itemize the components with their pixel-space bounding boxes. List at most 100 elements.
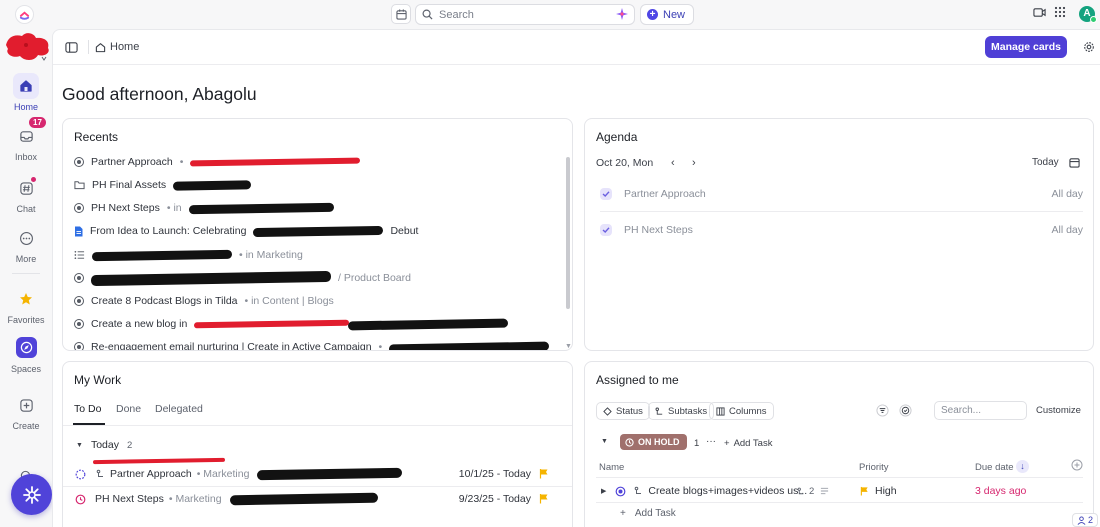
flag-icon[interactable] — [539, 468, 549, 479]
manage-cards-button[interactable]: Manage cards — [985, 36, 1067, 58]
scroll-down-arrow-icon[interactable]: ▼ — [565, 343, 572, 350]
assigned-title: Assigned to me — [596, 373, 679, 387]
clickup-logo-icon[interactable] — [15, 5, 34, 24]
customize-button[interactable]: Customize — [1036, 405, 1081, 416]
search-input[interactable]: Search — [415, 4, 635, 25]
recent-location: • in Content | Blogs — [244, 295, 334, 307]
rail-item-create[interactable]: Create — [0, 392, 52, 431]
list-item[interactable]: Re-engagement email nurturing | Create i… — [74, 341, 550, 351]
rail-item-spaces[interactable]: Spaces — [0, 335, 52, 374]
next-day-button[interactable]: › — [692, 157, 696, 169]
task-status-icon — [75, 469, 86, 479]
task-status-icon — [74, 203, 84, 213]
task-name: Partner Approach — [110, 468, 192, 480]
ai-assistant-button[interactable] — [11, 474, 52, 515]
tab-to-do[interactable]: To Do — [74, 403, 101, 415]
divider — [63, 425, 572, 426]
list-item[interactable]: / Product Board — [74, 270, 411, 286]
calendar-icon[interactable] — [1069, 157, 1080, 171]
redaction-mark — [253, 225, 384, 237]
check-circle-icon[interactable] — [899, 404, 912, 420]
sidebar-toggle-icon[interactable] — [65, 41, 78, 54]
caret-right-icon[interactable]: ▶ — [601, 487, 606, 495]
recent-location: • in Marketing — [239, 249, 303, 261]
redaction-mark — [257, 467, 403, 481]
rail-item-chat[interactable]: Chat — [0, 175, 52, 214]
breadcrumb-home[interactable]: Home — [95, 41, 139, 53]
today-button[interactable]: Today — [1032, 157, 1059, 168]
more-options-icon[interactable]: ··· — [706, 436, 716, 447]
main-panel: Home Manage cards Good afternoon, Abagol… — [52, 29, 1100, 527]
left-rail: Home 17 Inbox Chat More Favorites Spaces — [0, 29, 52, 527]
subtask-link-icon — [96, 469, 103, 477]
recent-location: • — [378, 341, 383, 351]
flag-icon[interactable] — [539, 493, 549, 504]
table-row[interactable]: PH Next Steps • Marketing 9/23/25 - Toda… — [75, 487, 561, 511]
list-item[interactable]: PH Next Steps • in — [74, 202, 334, 214]
list-item[interactable]: Partner Approach • — [74, 156, 361, 168]
list-item[interactable]: Create 8 Podcast Blogs in Tilda • in Con… — [74, 295, 334, 307]
list-item[interactable]: PH Final Assets — [74, 179, 252, 191]
plus-square-icon — [13, 392, 39, 418]
table-row[interactable]: Partner Approach • Marketing 10/1/25 - T… — [75, 462, 561, 486]
task-status-icon — [75, 494, 86, 504]
assigned-search-input[interactable]: Search... — [934, 401, 1027, 420]
workspace-logo-icon[interactable] — [4, 31, 52, 61]
scrollbar[interactable] — [566, 157, 570, 309]
calendar-icon[interactable] — [391, 4, 411, 24]
redaction-mark — [348, 318, 509, 330]
list-item[interactable]: • in Marketing — [74, 249, 303, 261]
list-item[interactable]: Create a new blog in — [74, 318, 509, 330]
add-task-button[interactable]: + Add Task — [620, 508, 676, 519]
status-clock-icon — [625, 437, 634, 447]
task-status-icon — [74, 342, 84, 350]
rail-item-more[interactable]: More — [0, 225, 52, 264]
divider — [596, 477, 1083, 478]
column-header-priority[interactable]: Priority — [859, 462, 889, 473]
task-location: • Marketing — [196, 468, 250, 480]
new-button[interactable]: + New — [640, 4, 695, 25]
breadcrumb-divider — [88, 40, 89, 54]
caret-down-icon[interactable]: ▼ — [601, 438, 608, 445]
task-status-icon — [74, 319, 84, 329]
recent-location: • — [179, 156, 184, 168]
status-badge[interactable]: ON HOLD — [620, 434, 687, 450]
group-today[interactable]: ▼ Today 2 — [76, 439, 132, 451]
people-count: 2 — [1088, 515, 1094, 525]
user-avatar[interactable]: A — [1079, 6, 1097, 23]
column-header-due-date[interactable]: Due date — [975, 462, 1014, 473]
list-item[interactable]: From Idea to Launch: Celebrating Debut — [74, 225, 418, 237]
tab-delegated[interactable]: Delegated — [155, 403, 203, 415]
apps-grid-icon[interactable] — [1054, 6, 1066, 18]
video-record-icon[interactable] — [1033, 6, 1046, 19]
event-name: PH Next Steps — [624, 223, 693, 236]
subtask-count[interactable]: 2 — [797, 486, 829, 497]
task-location: • Marketing — [168, 493, 222, 505]
due-date-overdue[interactable]: 3 days ago — [975, 485, 1026, 497]
gear-icon[interactable] — [1083, 41, 1095, 56]
page-header: Home Manage cards — [53, 30, 1100, 65]
rail-item-favorites[interactable]: Favorites — [0, 286, 52, 325]
add-task-header-button[interactable]: + Add Task — [724, 438, 772, 449]
ai-sparkle-icon[interactable] — [616, 8, 628, 23]
prev-day-button[interactable]: ‹ — [671, 157, 675, 169]
subtask-link-icon — [635, 486, 642, 494]
inbox-icon: 17 — [13, 116, 47, 149]
column-header-name[interactable]: Name — [599, 462, 624, 473]
rail-item-inbox[interactable]: 17 Inbox — [0, 116, 52, 162]
agenda-event[interactable]: PH Next Steps All day — [600, 211, 1083, 248]
table-row[interactable]: ▶ Create blogs+images+videos us... 2 Hig… — [601, 479, 1081, 503]
tab-done[interactable]: Done — [116, 403, 141, 415]
rail-item-home[interactable]: Home — [0, 73, 52, 112]
redaction-mark — [190, 157, 361, 167]
priority-cell[interactable]: High — [860, 485, 897, 497]
agenda-event[interactable]: Partner Approach All day — [600, 175, 1083, 212]
columns-button[interactable]: Columns — [709, 402, 774, 420]
status-filter-button[interactable]: Status — [596, 402, 650, 420]
people-presence-button[interactable]: 2 — [1072, 513, 1099, 527]
filter-icon[interactable] — [876, 404, 889, 420]
recent-name: Partner Approach — [91, 156, 173, 168]
add-column-icon[interactable] — [1071, 459, 1083, 474]
subtasks-filter-button[interactable]: Subtasks — [648, 402, 715, 420]
sort-arrow-icon[interactable]: ↓ — [1016, 460, 1029, 473]
